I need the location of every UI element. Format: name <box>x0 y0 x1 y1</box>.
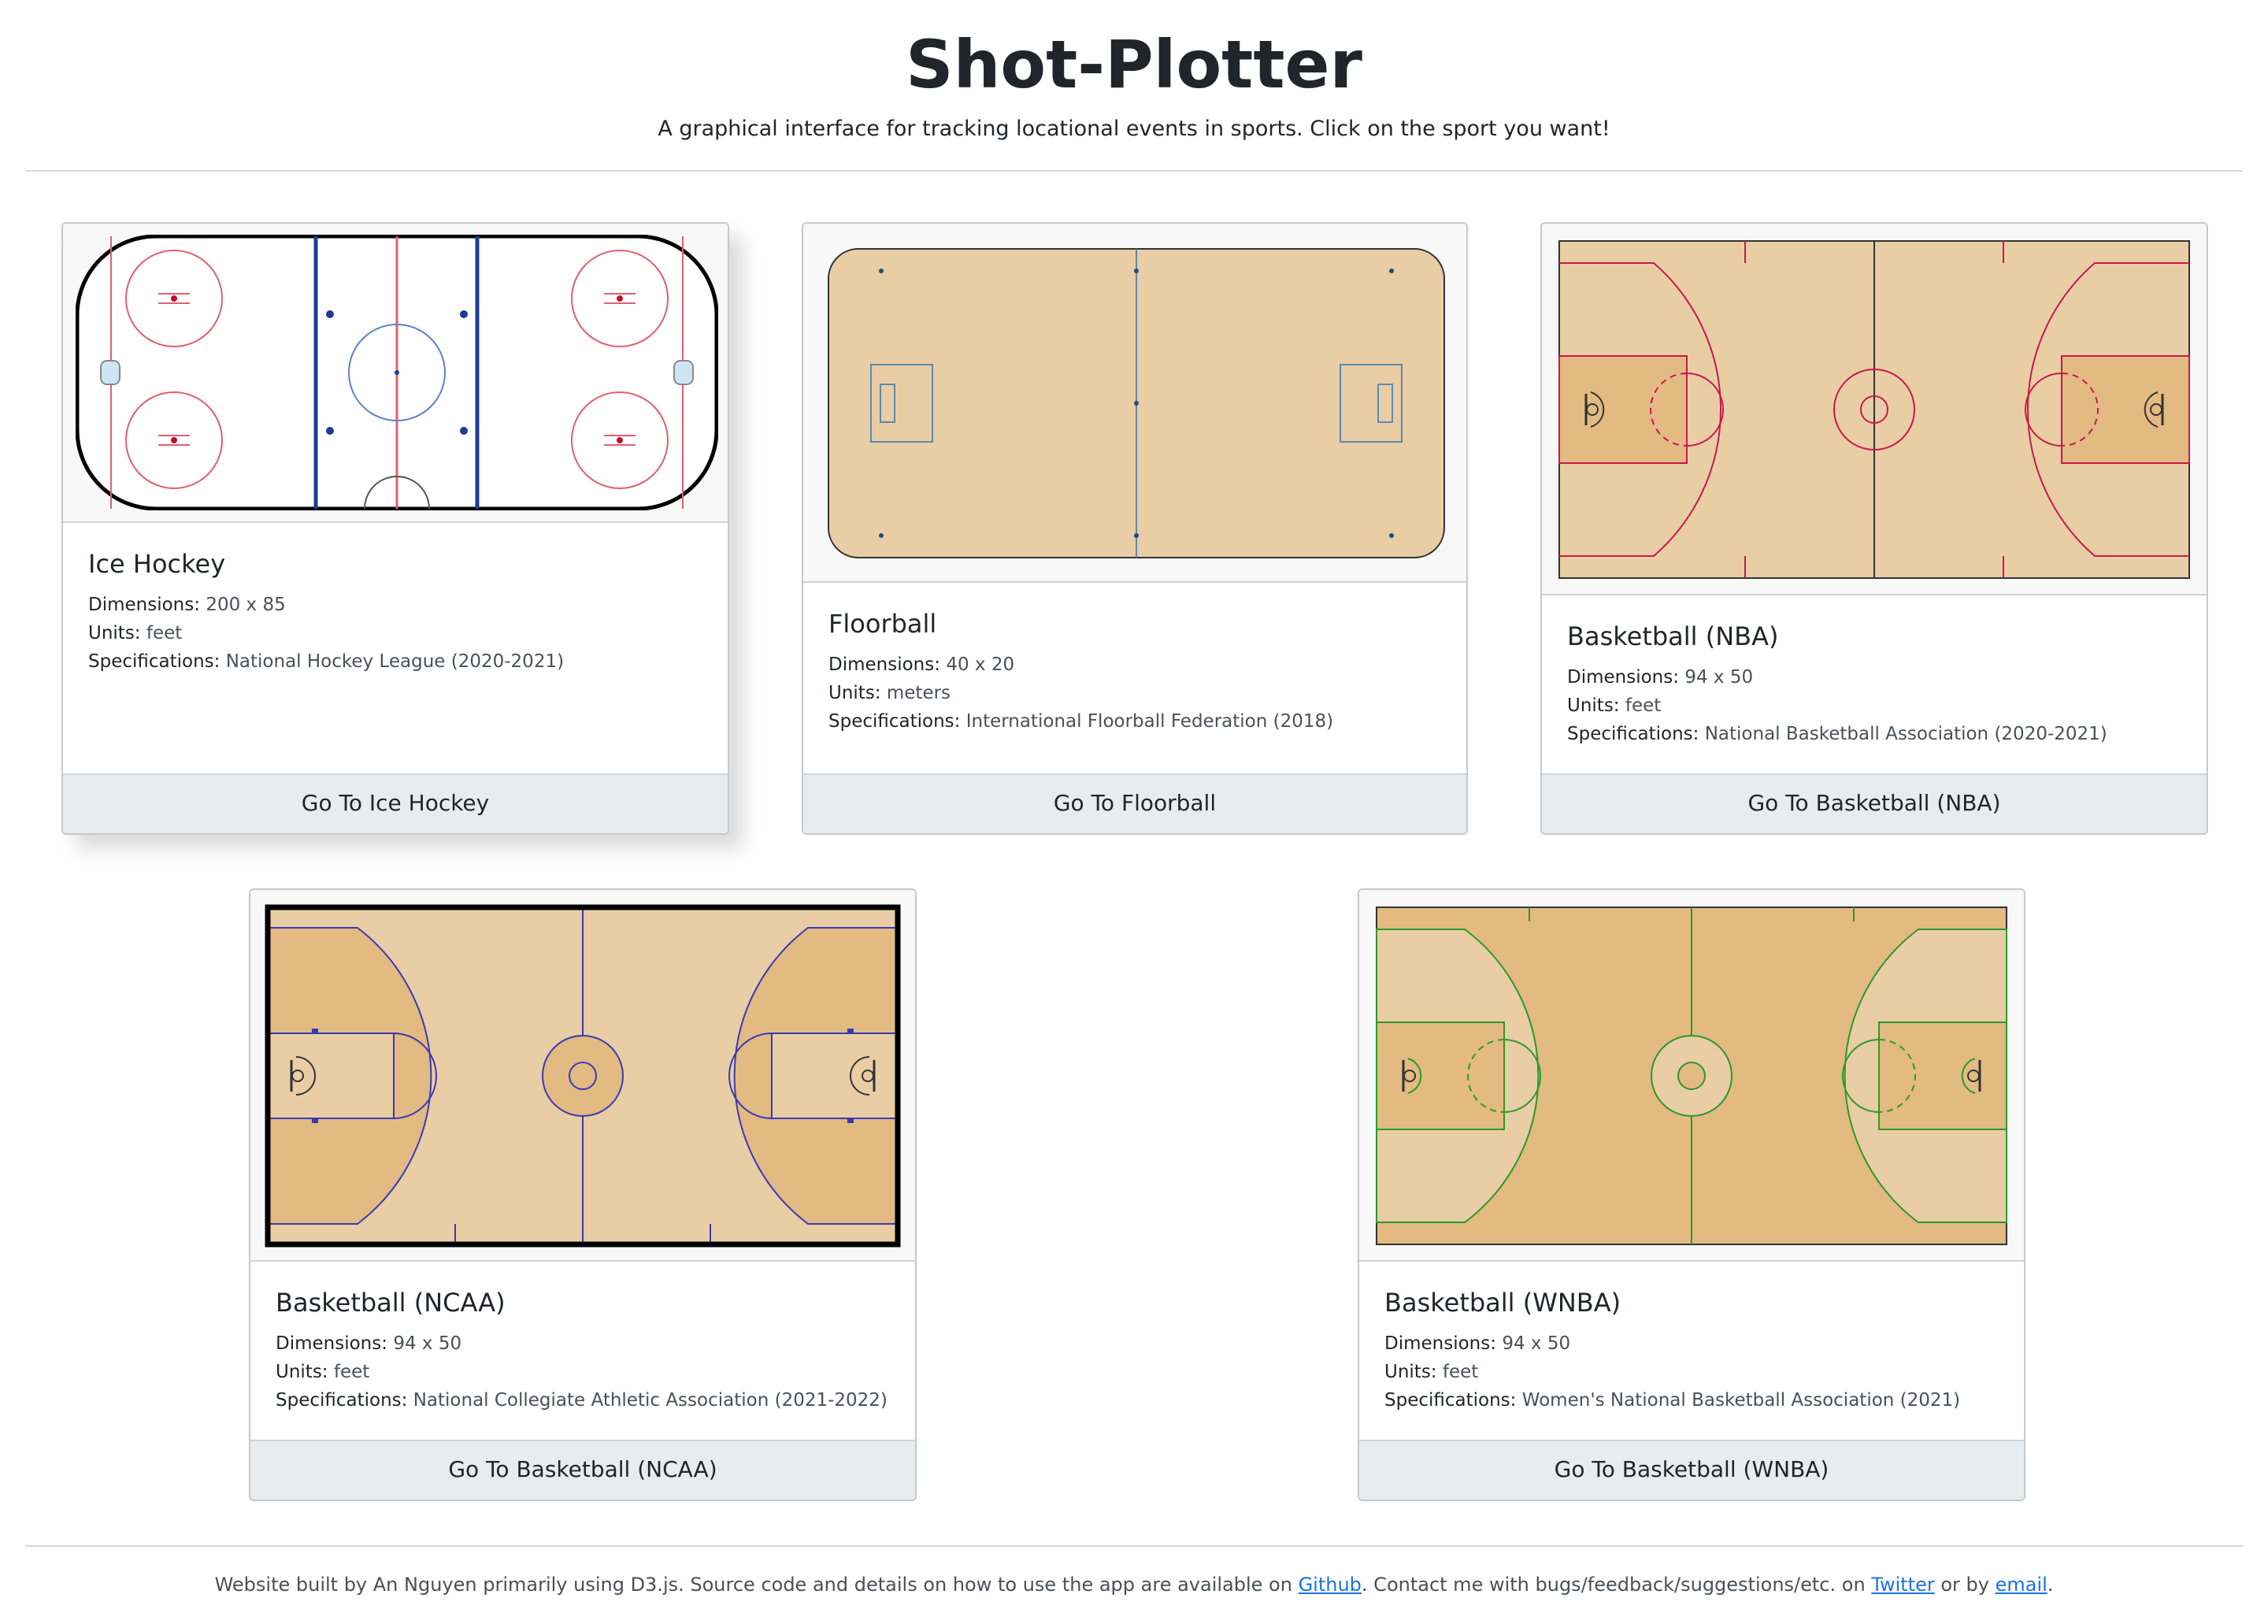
card-basketball-wnba: Basketball (WNBA) Dimensions: 94 x 50 Un… <box>1358 888 2025 1501</box>
card-title: Floorball <box>828 609 937 639</box>
specifications-row: Specifications: National Basketball Asso… <box>1567 720 2107 748</box>
dimensions-key: Dimensions: <box>1384 1333 1496 1354</box>
specifications-row: Specifications: National Hockey League (… <box>88 647 564 676</box>
footer-text-4: . <box>2047 1574 2054 1596</box>
specifications-value: National Basketball Association (2020-20… <box>1704 724 2107 744</box>
wnba-court-diagram <box>1376 907 2007 1245</box>
dimensions-row: Dimensions: 200 x 85 <box>88 591 286 619</box>
units-key: Units: <box>276 1362 328 1382</box>
dimensions-value: 94 x 50 <box>1502 1333 1571 1354</box>
dimensions-row: Dimensions: 94 x 50 <box>1567 663 1753 691</box>
units-value: feet <box>1625 695 1662 716</box>
card-title: Basketball (NCAA) <box>276 1288 506 1318</box>
github-link[interactable]: Github <box>1299 1574 1362 1596</box>
specifications-key: Specifications: <box>1567 724 1699 744</box>
dimensions-row: Dimensions: 40 x 20 <box>828 651 1014 679</box>
go-to-basketball-ncaa-button[interactable]: Go To Basketball (NCAA) <box>250 1440 915 1500</box>
ice-hockey-rink-preview <box>63 224 728 523</box>
twitter-link[interactable]: Twitter <box>1871 1574 1934 1596</box>
go-to-basketball-nba-button[interactable]: Go To Basketball (NBA) <box>1542 773 2207 833</box>
dimensions-key: Dimensions: <box>828 654 940 675</box>
dimensions-key: Dimensions: <box>276 1333 387 1354</box>
dimensions-value: 94 x 50 <box>393 1333 462 1354</box>
header-divider <box>25 170 2243 172</box>
units-value: feet <box>1442 1362 1479 1382</box>
footer-text-2: . Contact me with bugs/feedback/suggesti… <box>1361 1574 1872 1596</box>
footer-text-3: or by <box>1934 1574 1996 1596</box>
units-key: Units: <box>1384 1362 1437 1382</box>
specifications-key: Specifications: <box>276 1390 408 1411</box>
ncaa-court-preview <box>250 890 915 1262</box>
specifications-value: National Collegiate Athletic Association… <box>413 1390 888 1411</box>
card-floorball: Floorball Dimensions: 40 x 20 Units: met… <box>802 222 1468 835</box>
floorball-rink-preview <box>803 224 1466 583</box>
go-to-floorball-button[interactable]: Go To Floorball <box>803 773 1466 833</box>
specifications-key: Specifications: <box>828 711 961 732</box>
go-to-ice-hockey-button[interactable]: Go To Ice Hockey <box>63 773 728 833</box>
dimensions-key: Dimensions: <box>88 595 200 615</box>
card-basketball-ncaa: Basketball (NCAA) Dimensions: 94 x 50 Un… <box>249 888 917 1501</box>
go-to-basketball-wnba-button[interactable]: Go To Basketball (WNBA) <box>1359 1440 2024 1500</box>
units-row: Units: feet <box>276 1358 369 1386</box>
footer: Website built by An Nguyen primarily usi… <box>0 1570 2268 1599</box>
units-row: Units: meters <box>828 679 951 707</box>
specifications-row: Specifications: International Floorball … <box>828 707 1333 736</box>
units-key: Units: <box>828 683 881 703</box>
specifications-row: Specifications: Women's National Basketb… <box>1384 1386 1960 1415</box>
specifications-value: National Hockey League (2020-2021) <box>225 651 565 672</box>
email-link[interactable]: email <box>1996 1574 2048 1596</box>
nba-court-preview <box>1542 224 2207 595</box>
ice-hockey-rink-diagram <box>76 235 718 510</box>
floorball-rink-diagram <box>828 248 1445 558</box>
units-value: meters <box>886 683 951 703</box>
dimensions-row: Dimensions: 94 x 50 <box>276 1329 461 1358</box>
units-row: Units: feet <box>1567 691 1661 720</box>
wnba-court-preview <box>1359 890 2024 1262</box>
units-value: feet <box>333 1362 370 1382</box>
footer-text-1: Website built by An Nguyen primarily usi… <box>214 1574 1299 1596</box>
specifications-value: International Floorball Federation (2018… <box>965 711 1334 732</box>
page-title: Shot-Plotter <box>906 26 1362 103</box>
card-basketball-nba: Basketball (NBA) Dimensions: 94 x 50 Uni… <box>1540 222 2208 835</box>
dimensions-value: 40 x 20 <box>946 654 1015 675</box>
specifications-value: Women's National Basketball Association … <box>1521 1390 1961 1411</box>
units-row: Units: feet <box>88 619 182 647</box>
units-row: Units: feet <box>1384 1358 1478 1386</box>
nba-court-diagram <box>1558 240 2190 579</box>
specifications-key: Specifications: <box>1384 1390 1517 1411</box>
footer-divider <box>25 1545 2243 1547</box>
card-ice-hockey: Ice Hockey Dimensions: 200 x 85 Units: f… <box>61 222 729 835</box>
dimensions-value: 94 x 50 <box>1684 667 1754 688</box>
card-title: Ice Hockey <box>88 549 226 579</box>
dimensions-value: 200 x 85 <box>206 595 286 615</box>
specifications-key: Specifications: <box>88 651 220 672</box>
card-title: Basketball (NBA) <box>1567 621 1779 651</box>
dimensions-row: Dimensions: 94 x 50 <box>1384 1329 1570 1358</box>
page-subtitle: A graphical interface for tracking locat… <box>658 117 1610 141</box>
units-key: Units: <box>88 623 141 643</box>
card-title: Basketball (WNBA) <box>1384 1288 1621 1318</box>
dimensions-key: Dimensions: <box>1567 667 1679 688</box>
units-key: Units: <box>1567 695 1620 716</box>
ncaa-court-diagram <box>265 904 901 1248</box>
specifications-row: Specifications: National Collegiate Athl… <box>276 1386 888 1415</box>
units-value: feet <box>146 623 183 643</box>
